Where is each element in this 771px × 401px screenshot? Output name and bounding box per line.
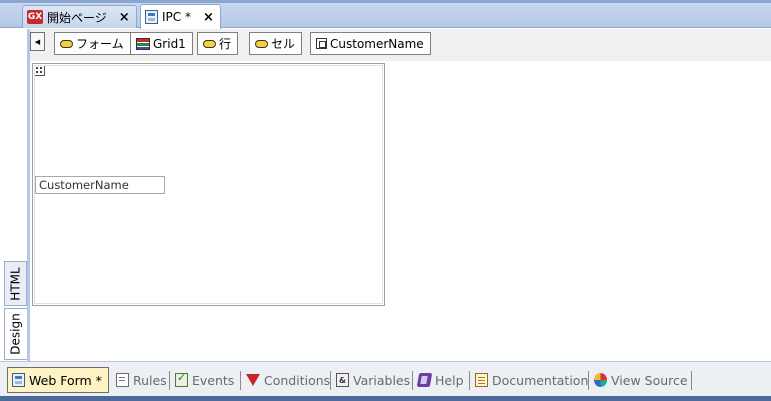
table-move-handle-icon[interactable] <box>34 65 45 76</box>
tab-web-form[interactable]: Web Form * <box>7 367 109 393</box>
tab-events[interactable]: Events <box>171 368 238 392</box>
scroll-left-button[interactable]: ◀ <box>30 32 45 51</box>
events-icon <box>175 371 188 387</box>
tab-variables[interactable]: & Variables <box>332 368 414 392</box>
tab-start-page[interactable]: GX 開始ページ × <box>22 5 137 28</box>
customer-name-field[interactable] <box>35 176 165 194</box>
tab-rules[interactable]: Rules <box>112 368 171 392</box>
conditions-funnel-icon <box>246 374 260 386</box>
tab-help-label: Help <box>435 372 464 388</box>
crumb-cell[interactable]: セル <box>249 32 303 55</box>
tab-ipc[interactable]: IPC * × <box>140 4 221 29</box>
tab-strip-top-border <box>0 0 771 3</box>
crumb-form-label: フォーム <box>76 37 124 51</box>
tab-documentation[interactable]: Documentation <box>471 368 592 392</box>
tab-ipc-label: IPC * <box>162 10 191 24</box>
tab-documentation-label: Documentation <box>492 372 589 388</box>
tab-html-label: HTML <box>8 266 23 301</box>
row-pill-icon <box>203 39 216 48</box>
tab-separator <box>169 371 170 390</box>
tab-rules-label: Rules <box>133 372 167 388</box>
tab-design[interactable]: Design <box>4 308 27 360</box>
tab-separator <box>240 371 241 390</box>
tab-view-source-label: View Source <box>611 372 688 388</box>
crumb-grid1-label: Grid1 <box>153 36 186 51</box>
cell-pill-icon <box>255 39 268 48</box>
view-source-icon <box>594 373 607 387</box>
design-canvas[interactable] <box>30 61 771 361</box>
bottom-accent-bar <box>0 396 771 401</box>
tab-separator <box>691 371 692 390</box>
crumb-row[interactable]: 行 <box>197 32 239 55</box>
vertical-view-tabs: HTML Design <box>0 29 30 361</box>
tab-separator <box>330 371 331 390</box>
grid-icon <box>136 37 150 50</box>
web-form-table[interactable] <box>32 63 385 306</box>
designer-breadcrumb-toolbar: ◀ フォーム Grid1 行 セル CustomerName <box>30 29 771 61</box>
tab-view-source[interactable]: View Source <box>590 368 692 392</box>
documentation-icon <box>475 373 488 387</box>
tab-separator <box>412 371 413 390</box>
crumb-customername[interactable]: CustomerName <box>310 32 431 55</box>
tab-events-label: Events <box>192 372 235 388</box>
web-form-icon <box>12 373 25 387</box>
crumb-cell-label: セル <box>271 37 296 51</box>
genexus-icon: GX <box>27 10 43 24</box>
tab-help[interactable]: Help <box>414 368 468 392</box>
crumb-customername-label: CustomerName <box>330 36 424 51</box>
form-pill-icon <box>60 39 73 48</box>
tab-start-page-label: 開始ページ <box>47 10 107 25</box>
document-tab-strip: GX 開始ページ × IPC * × <box>0 0 771 29</box>
rules-icon <box>116 373 129 387</box>
crumb-row-label: 行 <box>219 37 232 51</box>
tab-html[interactable]: HTML <box>4 261 27 306</box>
crumb-form[interactable]: フォーム <box>54 32 131 55</box>
attribute-icon <box>316 38 327 49</box>
tab-web-form-label: Web Form * <box>29 372 102 388</box>
tab-conditions-label: Conditions <box>264 372 331 388</box>
web-form-icon <box>145 10 158 24</box>
variables-icon: & <box>336 373 349 387</box>
object-section-tabs: Web Form * Rules Events Conditions & Var… <box>0 361 771 401</box>
tab-variables-label: Variables <box>353 372 411 388</box>
crumb-grid1[interactable]: Grid1 <box>130 32 193 55</box>
tab-conditions[interactable]: Conditions <box>242 368 334 392</box>
tab-separator <box>588 371 589 390</box>
tab-separator <box>469 371 470 390</box>
help-book-icon <box>416 373 433 387</box>
tab-design-label: Design <box>9 313 23 355</box>
close-icon[interactable]: × <box>203 11 214 24</box>
close-icon[interactable]: × <box>119 11 130 24</box>
